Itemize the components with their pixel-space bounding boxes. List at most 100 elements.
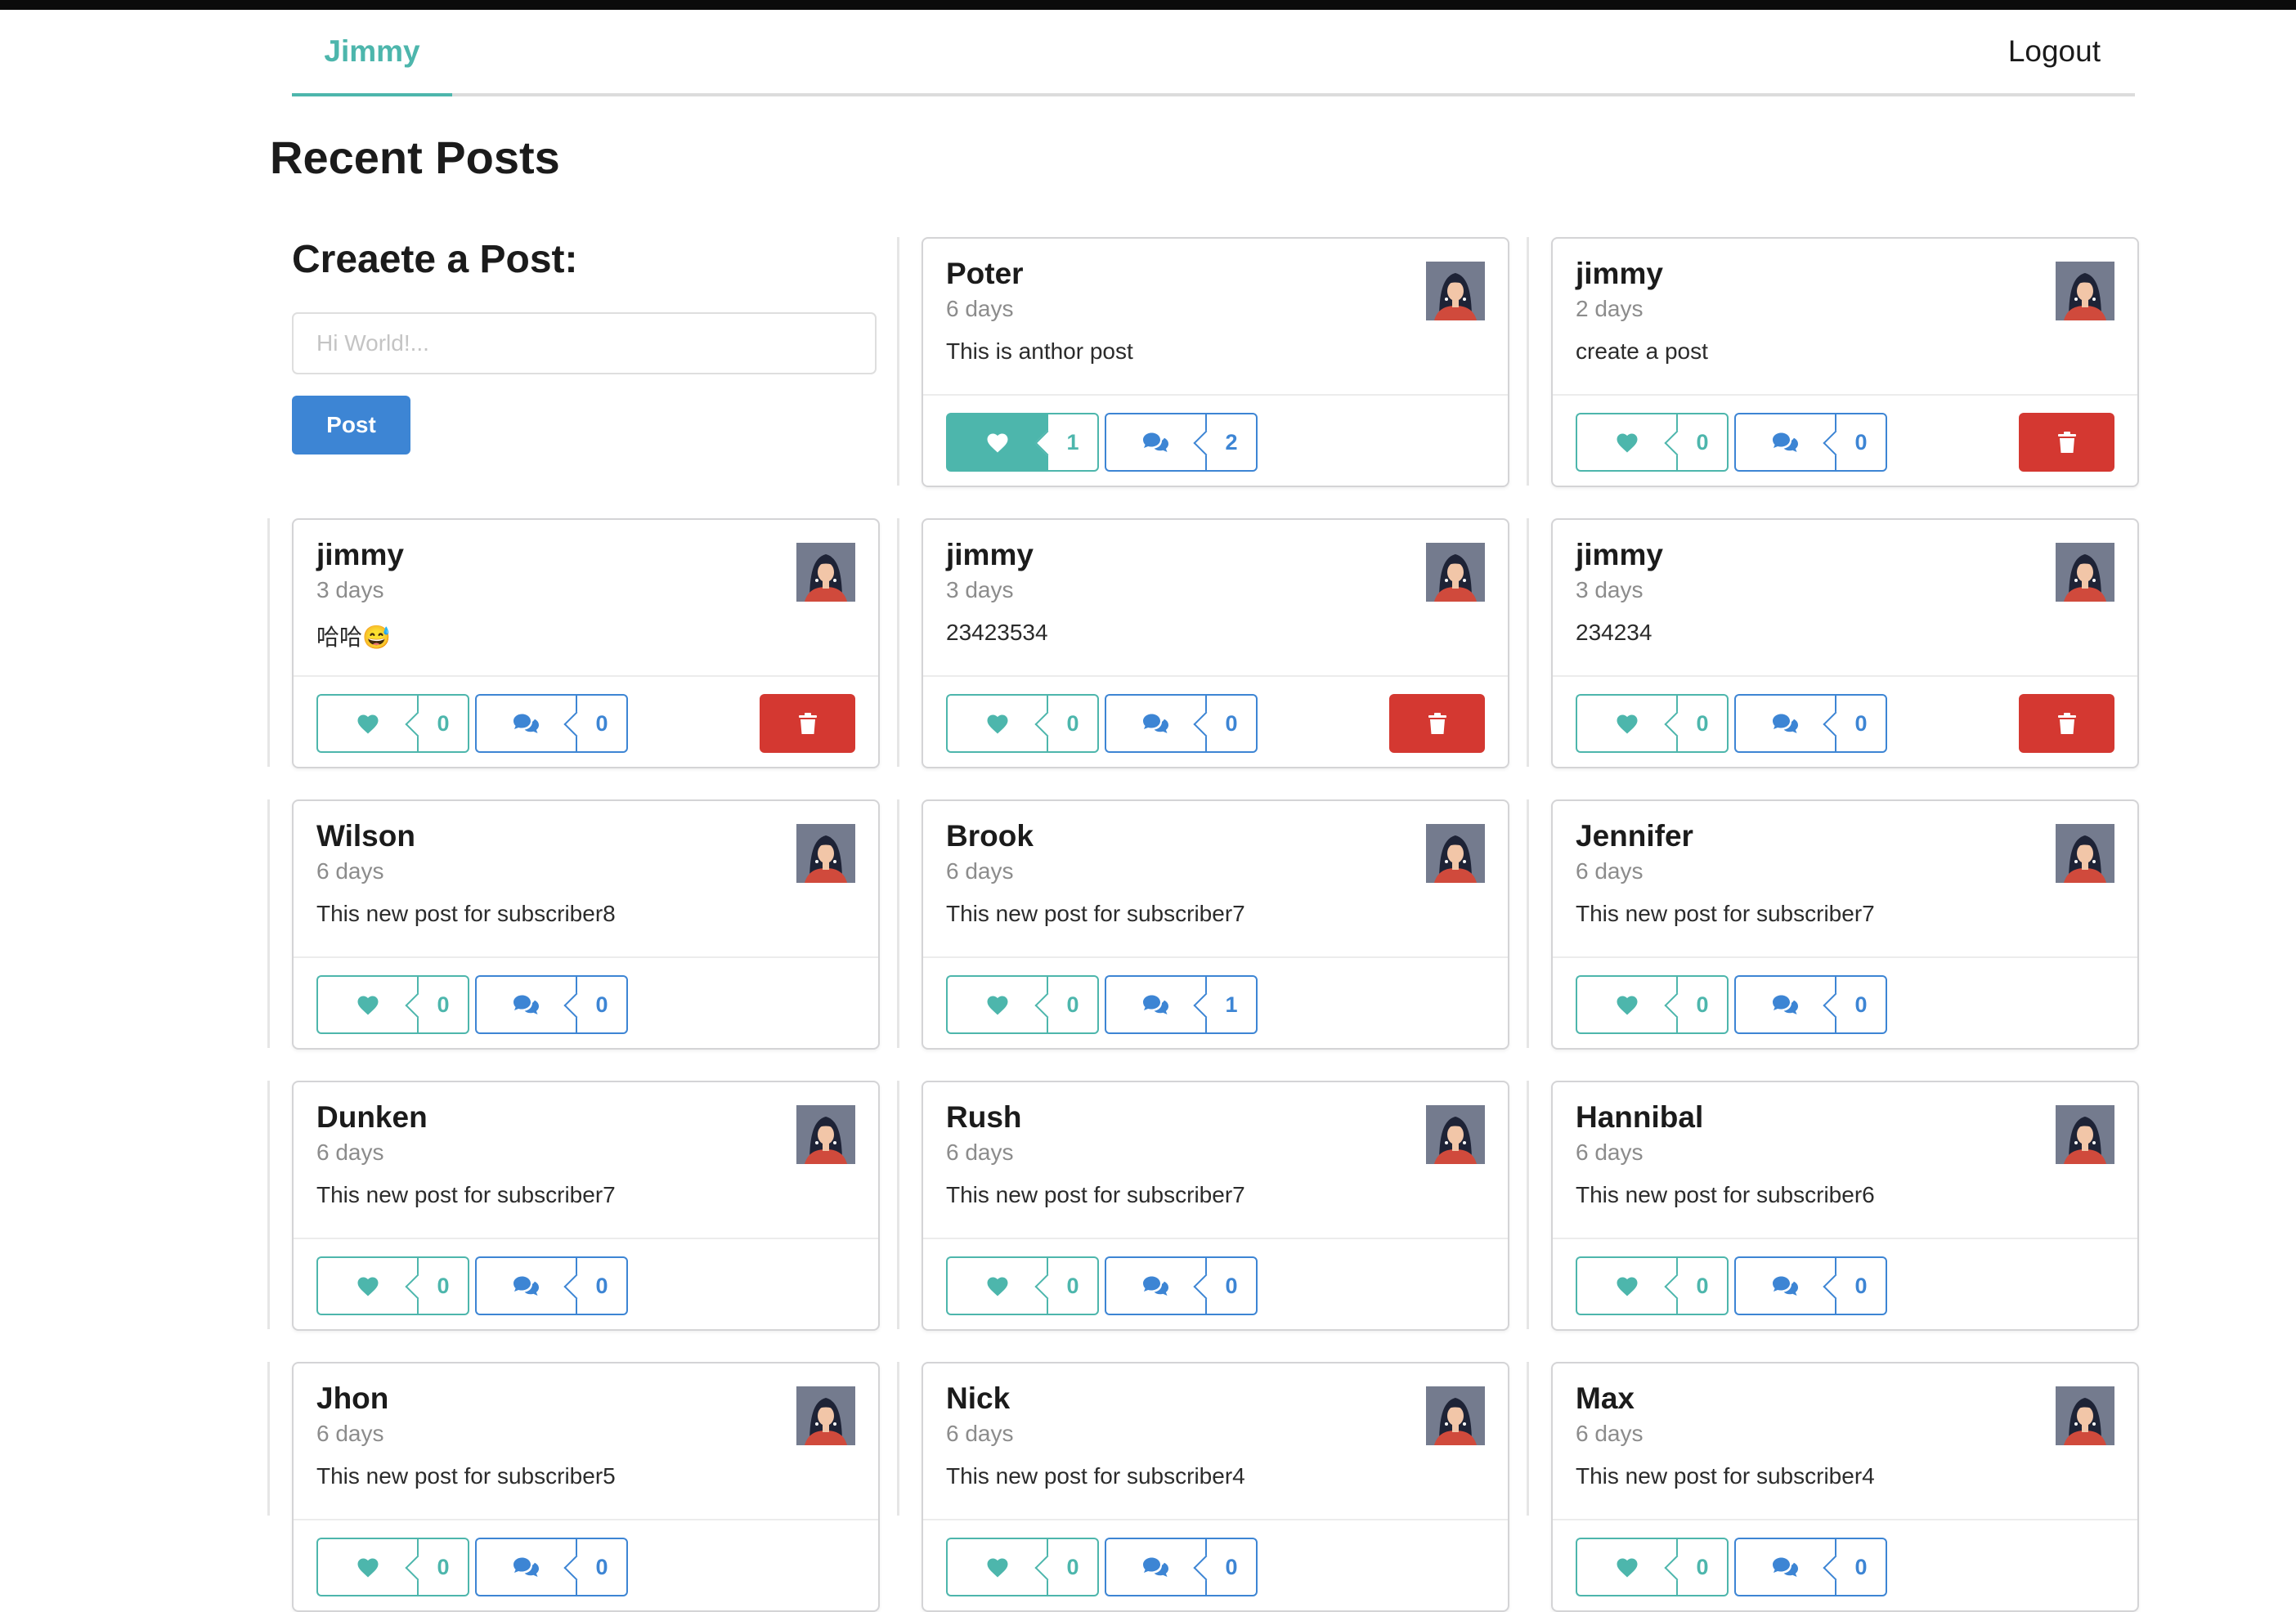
delete-post-button[interactable] bbox=[760, 694, 855, 753]
like-button-face[interactable] bbox=[1576, 975, 1676, 1034]
post-submit-button[interactable]: Post bbox=[292, 396, 410, 454]
like-button[interactable]: 0 bbox=[1576, 694, 1729, 753]
comment-button[interactable]: 0 bbox=[1734, 413, 1887, 472]
comment-count: 0 bbox=[1823, 1256, 1887, 1315]
like-button[interactable]: 0 bbox=[316, 1538, 469, 1596]
like-button[interactable]: 0 bbox=[316, 1256, 469, 1315]
post-content: This new post for subscriber7 bbox=[946, 1182, 1245, 1207]
post-time: 3 days bbox=[946, 577, 1014, 602]
like-button-face[interactable] bbox=[1576, 1538, 1676, 1596]
avatar-image bbox=[1426, 1386, 1485, 1445]
comment-button[interactable]: 1 bbox=[1105, 975, 1258, 1034]
comment-button[interactable]: 0 bbox=[1105, 1256, 1258, 1315]
comment-button[interactable]: 0 bbox=[475, 694, 628, 753]
like-button-face[interactable] bbox=[946, 694, 1047, 753]
comment-button-face[interactable] bbox=[475, 1538, 576, 1596]
post-author[interactable]: Jhon bbox=[316, 1381, 388, 1416]
post-card: Jhon 6 days This new post for subscriber… bbox=[292, 1362, 880, 1612]
post-author[interactable]: jimmy bbox=[316, 538, 404, 572]
post-author[interactable]: jimmy bbox=[946, 538, 1034, 572]
like-count: 0 bbox=[1664, 1538, 1729, 1596]
like-button[interactable]: 0 bbox=[946, 975, 1099, 1034]
logout-link[interactable]: Logout bbox=[2008, 10, 2101, 93]
comment-button-face[interactable] bbox=[1105, 694, 1205, 753]
comment-button[interactable]: 0 bbox=[1734, 1538, 1887, 1596]
like-count: 0 bbox=[1034, 694, 1099, 753]
post-author[interactable]: Dunken bbox=[316, 1100, 428, 1135]
comment-button[interactable]: 0 bbox=[475, 1256, 628, 1315]
comment-button-face[interactable] bbox=[1734, 694, 1835, 753]
post-author[interactable]: Brook bbox=[946, 819, 1034, 853]
like-button[interactable]: 0 bbox=[946, 1256, 1099, 1315]
comments-icon bbox=[1142, 432, 1168, 452]
post-card: jimmy 3 days 哈哈😅 0 0 bbox=[292, 518, 880, 768]
comment-button[interactable]: 0 bbox=[475, 1538, 628, 1596]
post-author[interactable]: Rush bbox=[946, 1100, 1022, 1135]
menu-item-home[interactable]: Jimmy bbox=[292, 10, 452, 96]
like-button[interactable]: 1 bbox=[946, 413, 1099, 472]
like-button-face[interactable] bbox=[1576, 1256, 1676, 1315]
comment-button-face[interactable] bbox=[1734, 1256, 1835, 1315]
comments-icon bbox=[513, 1276, 539, 1296]
post-card: Dunken 6 days This new post for subscrib… bbox=[292, 1081, 880, 1331]
post-author[interactable]: Jennifer bbox=[1576, 819, 1693, 853]
like-button-face[interactable] bbox=[316, 975, 417, 1034]
comment-button-face[interactable] bbox=[1105, 1538, 1205, 1596]
post-content: This new post for subscriber8 bbox=[316, 901, 616, 926]
post-author[interactable]: Hannibal bbox=[1576, 1100, 1703, 1135]
like-button[interactable]: 0 bbox=[316, 694, 469, 753]
delete-post-button[interactable] bbox=[1389, 694, 1485, 753]
comment-button-face[interactable] bbox=[475, 694, 576, 753]
post-card: jimmy 3 days 234234 0 0 bbox=[1551, 518, 2139, 768]
like-button[interactable]: 0 bbox=[316, 975, 469, 1034]
like-button-face[interactable] bbox=[316, 1538, 417, 1596]
comment-button[interactable]: 0 bbox=[1734, 694, 1887, 753]
delete-post-button[interactable] bbox=[2019, 694, 2114, 753]
like-button-face[interactable] bbox=[316, 1256, 417, 1315]
like-button-face[interactable] bbox=[1576, 694, 1676, 753]
comment-button[interactable]: 0 bbox=[1734, 1256, 1887, 1315]
like-button[interactable]: 0 bbox=[946, 694, 1099, 753]
comment-button-face[interactable] bbox=[1105, 413, 1205, 472]
column-divider bbox=[1527, 799, 1529, 1048]
like-button[interactable]: 0 bbox=[1576, 413, 1729, 472]
like-button-face[interactable] bbox=[946, 975, 1047, 1034]
comment-count: 2 bbox=[1193, 413, 1258, 472]
post-author[interactable]: jimmy bbox=[1576, 257, 1663, 291]
like-button-face[interactable] bbox=[316, 694, 417, 753]
comment-button[interactable]: 0 bbox=[1105, 694, 1258, 753]
comment-button-face[interactable] bbox=[1734, 413, 1835, 472]
comment-button[interactable]: 0 bbox=[475, 975, 628, 1034]
like-button[interactable]: 0 bbox=[1576, 1256, 1729, 1315]
post-content-input[interactable] bbox=[292, 312, 877, 374]
like-button[interactable]: 0 bbox=[1576, 975, 1729, 1034]
like-button[interactable]: 0 bbox=[946, 1538, 1099, 1596]
post-author[interactable]: Nick bbox=[946, 1381, 1010, 1416]
avatar-image bbox=[2056, 1105, 2114, 1164]
comment-button-face[interactable] bbox=[1734, 1538, 1835, 1596]
card-divider bbox=[1553, 394, 2137, 396]
comment-button[interactable]: 0 bbox=[1105, 1538, 1258, 1596]
post-author[interactable]: Poter bbox=[946, 257, 1024, 291]
comment-button[interactable]: 2 bbox=[1105, 413, 1258, 472]
like-button-face[interactable] bbox=[946, 413, 1047, 472]
like-button-face[interactable] bbox=[946, 1256, 1047, 1315]
post-author[interactable]: jimmy bbox=[1576, 538, 1663, 572]
post-time: 2 days bbox=[1576, 296, 1644, 321]
comment-button-face[interactable] bbox=[475, 975, 576, 1034]
post-author[interactable]: Max bbox=[1576, 1381, 1635, 1416]
post-author[interactable]: Wilson bbox=[316, 819, 415, 853]
comment-button-face[interactable] bbox=[1105, 975, 1205, 1034]
comments-icon bbox=[1142, 1557, 1168, 1577]
like-button[interactable]: 0 bbox=[1576, 1538, 1729, 1596]
heart-icon bbox=[1617, 1558, 1637, 1578]
comment-button-face[interactable] bbox=[475, 1256, 576, 1315]
delete-post-button[interactable] bbox=[2019, 413, 2114, 472]
comment-button-face[interactable] bbox=[1734, 975, 1835, 1034]
post-time: 3 days bbox=[316, 577, 384, 602]
like-button-face[interactable] bbox=[946, 1538, 1047, 1596]
comment-button-face[interactable] bbox=[1105, 1256, 1205, 1315]
comment-button[interactable]: 0 bbox=[1734, 975, 1887, 1034]
like-button-face[interactable] bbox=[1576, 413, 1676, 472]
post-time: 6 days bbox=[316, 1421, 384, 1446]
